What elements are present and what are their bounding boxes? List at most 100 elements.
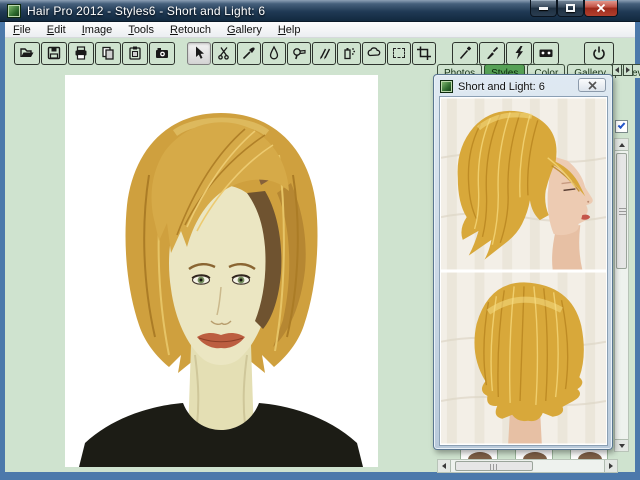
brushes-icon — [316, 45, 332, 61]
print-button[interactable] — [68, 42, 94, 65]
hairdryer-icon — [291, 45, 307, 61]
menu-bar: File Edit Image Tools Retouch Gallery He… — [5, 22, 635, 38]
menu-file[interactable]: File — [5, 22, 39, 38]
menu-image-label: Image — [82, 22, 113, 38]
wand-icon — [457, 45, 473, 61]
airbrush-tool-button[interactable] — [337, 42, 361, 65]
style-preview-window[interactable]: Short and Light: 6 — [433, 74, 613, 450]
power-icon — [591, 45, 607, 61]
copy-icon — [100, 45, 116, 61]
select-arrow-icon — [191, 45, 207, 61]
marquee-tool-button[interactable] — [387, 42, 411, 65]
toolbar-file-group — [14, 42, 175, 65]
menu-edit-label: Edit — [47, 22, 66, 38]
styles-horizontal-scrollbar[interactable] — [437, 459, 618, 473]
caption-buttons — [530, 0, 618, 17]
arrow-right-icon — [609, 463, 613, 469]
style-option-checkbox[interactable] — [615, 120, 628, 133]
scroll-left-button[interactable] — [438, 460, 451, 472]
arrow-left-icon — [442, 463, 446, 469]
toolbar-system-group — [584, 42, 614, 65]
menu-edit[interactable]: Edit — [39, 22, 74, 38]
child-window-title: Short and Light: 6 — [458, 81, 545, 93]
horizontal-scroll-thumb[interactable] — [455, 461, 533, 471]
styles-vertical-scrollbar[interactable] — [614, 138, 629, 452]
menu-help[interactable]: Help — [270, 22, 309, 38]
menu-retouch-label: Retouch — [170, 22, 211, 38]
crop-icon — [416, 45, 432, 61]
edit-canvas-portrait[interactable] — [65, 75, 378, 467]
brushes-tool-button[interactable] — [312, 42, 336, 65]
menu-image[interactable]: Image — [74, 22, 121, 38]
toolbar-effects-group — [452, 42, 559, 65]
copy-button[interactable] — [95, 42, 121, 65]
tab-scroll-right-button[interactable] — [623, 64, 633, 76]
power-button[interactable] — [584, 42, 614, 65]
lasso-tool-button[interactable] — [362, 42, 386, 65]
arrow-up-icon — [619, 143, 625, 147]
marquee-icon — [393, 48, 405, 58]
scroll-right-button[interactable] — [604, 460, 617, 472]
child-window-content — [439, 96, 608, 446]
close-icon — [596, 3, 606, 13]
arrow-down-icon — [619, 444, 625, 448]
lightning-icon — [511, 45, 527, 61]
menu-tools[interactable]: Tools — [120, 22, 162, 38]
arrow-left-icon — [615, 67, 619, 73]
brush-icon — [484, 45, 500, 61]
eyedropper-tool-button[interactable] — [237, 42, 261, 65]
camera-icon — [154, 45, 170, 61]
select-tool-button[interactable] — [187, 42, 211, 65]
camera-button[interactable] — [149, 42, 175, 65]
client-area: Photos Styles Color Gallery Preview S — [5, 38, 635, 472]
toolbar-tools-group — [187, 42, 436, 65]
lightning-effect-button[interactable] — [506, 42, 532, 65]
app-window: Hair Pro 2012 - Styles6 - Short and Ligh… — [0, 0, 640, 480]
maximize-button[interactable] — [557, 0, 584, 17]
open-button[interactable] — [14, 42, 40, 65]
window-titlebar[interactable]: Hair Pro 2012 - Styles6 - Short and Ligh… — [0, 0, 640, 22]
eyedropper-icon — [241, 45, 257, 61]
thumb-grip — [619, 208, 626, 215]
minimize-button[interactable] — [530, 0, 557, 17]
hairstyle-back-view-image — [441, 272, 606, 444]
vertical-scroll-thumb[interactable] — [616, 153, 627, 269]
save-button[interactable] — [41, 42, 67, 65]
tab-scroll-left-button[interactable] — [612, 64, 622, 76]
lasso-icon — [366, 45, 382, 61]
thumb-grip — [490, 464, 498, 470]
paste-button[interactable] — [122, 42, 148, 65]
cassette-icon — [538, 45, 554, 61]
menu-gallery[interactable]: Gallery — [219, 22, 270, 38]
hairdryer-tool-button[interactable] — [287, 42, 311, 65]
cassette-button[interactable] — [533, 42, 559, 65]
open-folder-icon — [19, 45, 35, 61]
menu-tools-label: Tools — [128, 22, 154, 38]
menu-retouch[interactable]: Retouch — [162, 22, 219, 38]
droplet-tool-button[interactable] — [262, 42, 286, 65]
child-window-close-button[interactable] — [578, 78, 606, 92]
menu-help-label: Help — [278, 22, 301, 38]
minimize-icon — [539, 7, 548, 10]
app-logo-icon — [7, 4, 21, 18]
scissors-icon — [216, 45, 232, 61]
brush-cleanup-button[interactable] — [479, 42, 505, 65]
print-icon — [73, 45, 89, 61]
airbrush-icon — [341, 45, 357, 61]
paste-icon — [127, 45, 143, 61]
menu-gallery-label: Gallery — [227, 22, 262, 38]
arrow-right-icon — [626, 67, 630, 73]
save-icon — [46, 45, 62, 61]
wand-tool-button[interactable] — [452, 42, 478, 65]
close-button[interactable] — [584, 0, 618, 17]
tab-scroll-arrows — [612, 64, 633, 76]
hairstyle-side-view-image — [441, 98, 606, 270]
close-icon — [588, 81, 597, 90]
crop-tool-button[interactable] — [412, 42, 436, 65]
droplet-icon — [266, 45, 282, 61]
menu-file-label: File — [13, 22, 31, 38]
scissors-tool-button[interactable] — [212, 42, 236, 65]
scroll-up-button[interactable] — [615, 139, 628, 151]
window-title: Hair Pro 2012 - Styles6 - Short and Ligh… — [27, 4, 265, 18]
maximize-icon — [566, 4, 575, 12]
